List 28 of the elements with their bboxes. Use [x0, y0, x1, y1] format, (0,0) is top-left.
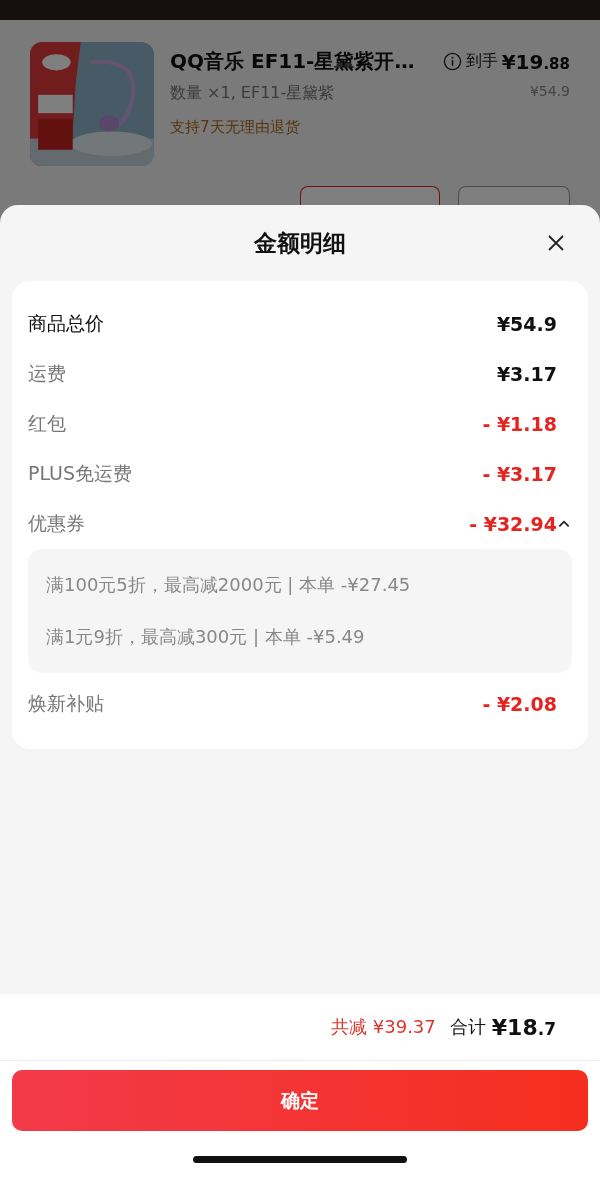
close-icon[interactable]: [546, 233, 566, 253]
row-value: - ¥3.17: [482, 463, 557, 485]
info-icon[interactable]: [442, 52, 462, 71]
return-policy: 支持7天无理由退货: [170, 118, 301, 137]
row-label: 运费: [28, 361, 66, 386]
total-amount: ¥18.7: [491, 1014, 556, 1040]
product-spec: 数量 ×1, EF11-星黛紫: [170, 83, 335, 104]
row-value: - ¥1.18: [482, 413, 557, 435]
row-value: - ¥32.94: [469, 513, 557, 535]
price-label: 到手: [465, 51, 498, 72]
confirm-button[interactable]: 确定: [12, 1070, 588, 1131]
row-label: PLUS免运费: [28, 461, 133, 486]
row-value: - ¥2.08: [482, 693, 557, 715]
row-label: 商品总价: [28, 311, 104, 336]
gift-button[interactable]: [300, 186, 440, 207]
coupon-detail: 满100元5折，最高减2000元 | 本单 -¥27.45: [46, 573, 412, 597]
row-label: 优惠券: [28, 511, 85, 536]
cart-button[interactable]: [458, 186, 570, 207]
row-label: 焕新补贴: [28, 691, 104, 716]
final-price: ¥19.88: [501, 49, 570, 74]
sheet-title: 金额明细: [254, 228, 346, 258]
row-label: 红包: [28, 411, 66, 436]
product-title: QQ音乐 EF11-星黛紫开…: [170, 48, 416, 75]
coupon-detail: 满1元9折，最高减300元 | 本单 -¥5.49: [46, 625, 366, 649]
total-label: 合计: [449, 1015, 486, 1039]
row-value: ¥54.9: [496, 313, 557, 335]
row-value: ¥3.17: [496, 363, 557, 385]
total-saved: 共减 ¥39.37: [331, 1015, 436, 1039]
